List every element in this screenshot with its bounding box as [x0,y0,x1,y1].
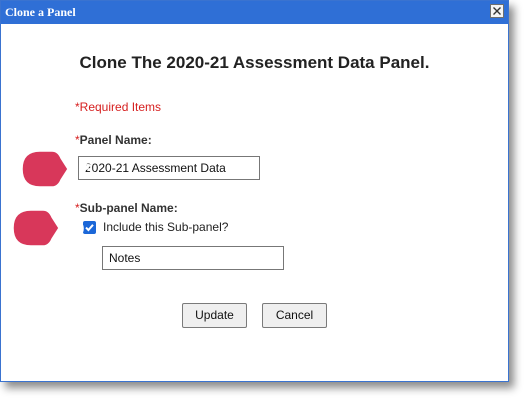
callout-pointer-icon [12,209,60,247]
callout-pointer-icon [21,150,69,188]
subpanel-name-input[interactable] [102,246,284,270]
panel-name-label: *Panel Name: [75,133,152,147]
close-button[interactable] [490,4,504,18]
include-subpanel-label[interactable]: Include this Sub-panel? [103,220,228,234]
dialog-title: Clone a Panel [5,5,76,19]
panel-name-label-text: Panel Name: [79,133,152,147]
dialog-titlebar[interactable]: Clone a Panel [1,1,508,24]
subpanel-name-label-text: Sub-panel Name: [79,201,178,215]
close-icon [493,7,501,15]
dialog-heading: Clone The 2020-21 Assessment Data Panel. [79,53,430,72]
update-button[interactable]: Update [182,303,247,328]
callout-b-letter: b [73,217,85,239]
callout-b: b [12,209,85,247]
cancel-button[interactable]: Cancel [262,303,327,328]
clone-panel-dialog: Clone a Panel Clone The 2020-21 Assessme… [0,0,509,382]
callout-a-letter: a [82,158,94,180]
subpanel-name-label: *Sub-panel Name: [75,201,178,215]
callout-a: a [21,150,94,188]
required-items-note: *Required Items [75,100,162,114]
